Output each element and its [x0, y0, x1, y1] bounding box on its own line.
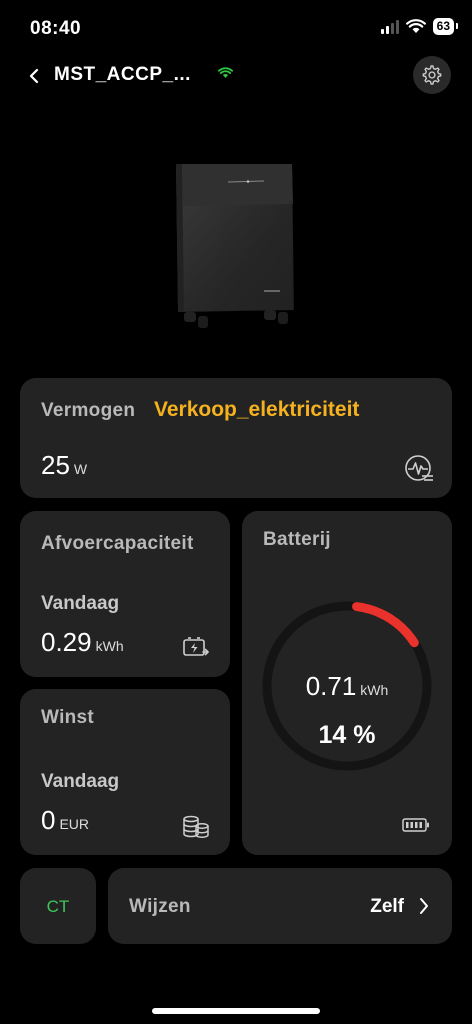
profit-label: Winst	[41, 707, 95, 728]
discharge-capacity-label: Afvoercapaciteit	[41, 533, 194, 554]
power-label: Vermogen	[41, 400, 136, 421]
discharge-period: Vandaag	[41, 593, 120, 614]
status-time: 08:40	[30, 18, 82, 39]
battery-storage-device-image	[176, 164, 294, 328]
battery-label: Batterij	[263, 529, 331, 550]
cellular-signal-icon	[380, 19, 399, 34]
profit-value: 0 EUR	[41, 805, 89, 836]
home-indicator[interactable]	[152, 1008, 320, 1014]
status-icons: 63	[380, 18, 459, 35]
battery-energy: 0.71 kWh	[242, 671, 452, 702]
mode-label: Wijzen	[129, 896, 191, 917]
discharge-value: 0.29 kWh	[41, 627, 124, 658]
back-button[interactable]	[22, 64, 46, 88]
discharge-capacity-card[interactable]: Afvoercapaciteit Vandaag 0.29 kWh	[20, 511, 230, 677]
battery-charge-icon	[183, 637, 210, 656]
profit-card[interactable]: Winst Vandaag 0 EUR	[20, 689, 230, 855]
battery-status-badge: 63	[432, 18, 459, 35]
power-number: 25	[41, 450, 70, 480]
power-unit: W	[73, 461, 88, 477]
mode-value: Zelf	[370, 896, 404, 917]
coins-icon	[183, 815, 209, 838]
battery-energy-unit: kWh	[360, 682, 389, 698]
nav-header: MST_ACCP_...	[0, 56, 472, 96]
wifi-icon	[218, 67, 233, 78]
operating-mode-label: Verkoop_elektriciteit	[154, 398, 360, 421]
gear-icon	[422, 65, 442, 85]
profit-unit: EUR	[59, 816, 90, 832]
device-title: MST_ACCP_...	[54, 64, 191, 85]
discharge-unit: kWh	[95, 638, 124, 654]
profit-number: 0	[41, 805, 56, 835]
wifi-status-icon	[405, 19, 426, 33]
battery-icon	[402, 818, 429, 832]
battery-level-arc	[352, 602, 419, 648]
settings-button[interactable]	[413, 56, 451, 94]
battery-card[interactable]: Batterij 0.71 kWh 14 %	[242, 511, 452, 855]
battery-energy-number: 0.71	[305, 671, 357, 701]
power-value: 25 W	[41, 450, 87, 481]
profit-period: Vandaag	[41, 771, 120, 792]
battery-percent: 14 %	[318, 721, 376, 749]
ct-label: CT	[46, 897, 70, 916]
chevron-right-icon	[420, 898, 428, 914]
chevron-left-icon	[29, 68, 39, 84]
mode-row[interactable]: Wijzen Zelf	[108, 868, 452, 944]
pulse-icon	[405, 455, 433, 481]
power-card[interactable]: Vermogen Verkoop_elektriciteit 25 W	[20, 378, 452, 498]
discharge-number: 0.29	[41, 627, 92, 657]
ct-button[interactable]: CT	[20, 868, 96, 944]
status-bar: 08:40 63	[0, 0, 472, 56]
